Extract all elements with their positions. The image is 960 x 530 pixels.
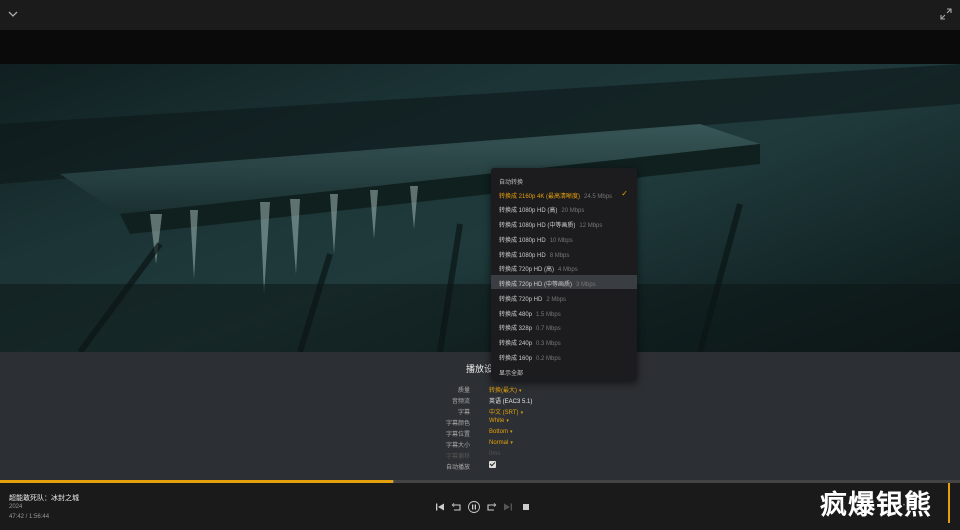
- row-label: 字幕: [457, 410, 470, 416]
- menu-item-quality[interactable]: 转换成 720p HD 2 Mbps: [491, 290, 637, 304]
- playback-time: 47:42 / 1:56:44: [9, 514, 50, 520]
- quality-menu: 自动转换 转换成 2160p 4K (最高清晰度) 24.5 Mbps ✓ 转换成…: [491, 168, 637, 381]
- caret-down-icon: ▾: [510, 429, 513, 435]
- bitrate: 0.2 Mbps: [536, 356, 561, 362]
- menu-item-label: 转换成 720p HD (高) 4 Mbps: [499, 267, 578, 273]
- menu-item-quality[interactable]: 转换成 328p 0.7 Mbps: [491, 319, 637, 333]
- video-scene: [0, 64, 960, 352]
- menu-item-quality[interactable]: 转换成 1080p HD 8 Mbps: [491, 246, 637, 260]
- player-control-bar: 超能敢死队：冰封之城 2024 47:42 / 1:56:44 • • • • …: [0, 483, 960, 530]
- subtitle-position-select[interactable]: Bottom ▾: [489, 429, 513, 435]
- expand-icon[interactable]: [940, 8, 952, 20]
- menu-item-label: 转换成 160p 0.2 Mbps: [499, 356, 561, 362]
- settings-row-quality[interactable]: 质量 转换(最大) ▾: [400, 383, 700, 394]
- pause-icon[interactable]: [468, 501, 480, 513]
- settings-row-subtitle-position[interactable]: 字幕位置 Bottom ▾: [400, 427, 700, 438]
- settings-row-subtitle-size[interactable]: 字幕大小 Normal ▾: [400, 438, 700, 449]
- row-label: 自动播放: [445, 465, 470, 471]
- settings-title: 播放设: [466, 364, 494, 374]
- bitrate: 3 Mbps: [576, 282, 596, 288]
- skip-next-icon[interactable]: [502, 501, 514, 513]
- caret-down-icon: ▾: [506, 418, 509, 424]
- menu-item-label: 显示全部: [499, 371, 524, 377]
- media-year: 2024: [9, 504, 23, 510]
- subtitle-size-select[interactable]: Normal ▾: [489, 440, 513, 446]
- menu-item-label: 转换成 328p 0.7 Mbps: [499, 326, 561, 332]
- menu-item-label: 转换成 1080p HD 10 Mbps: [499, 238, 573, 244]
- row-label: 音频流: [451, 399, 470, 405]
- caret-down-icon: ▾: [510, 440, 513, 446]
- bitrate: 2 Mbps: [546, 297, 567, 303]
- menu-item-label: 转换成 1080p HD (高) 20 Mbps: [499, 208, 585, 214]
- bitrate: 0.7 Mbps: [536, 326, 561, 332]
- menu-item-quality[interactable]: 转换成 720p HD (高) 4 Mbps: [491, 260, 637, 274]
- menu-item-label: 转换成 2160p 4K (最高清晰度) 24.5 Mbps: [499, 194, 613, 200]
- menu-item-auto[interactable]: 自动转换: [491, 173, 637, 187]
- settings-row-autoplay[interactable]: 自动播放: [400, 460, 700, 471]
- top-bar: [0, 0, 960, 30]
- watermark-text: 疯爆银熊: [820, 490, 932, 521]
- subtitle-color-select[interactable]: White ▾: [489, 418, 509, 424]
- settings-row-audio[interactable]: 音频流 英语 (EAC3 5.1): [400, 394, 700, 405]
- menu-item-quality[interactable]: 转换成 240p 0.3 Mbps: [491, 334, 637, 348]
- bitrate: 4 Mbps: [558, 267, 578, 273]
- checkmark-icon: ✓: [621, 189, 628, 198]
- playback-settings-panel: 播放设 质量 转换(最大) ▾ 音频流 英语 (EAC3 5.1) 字幕 中文 (…: [0, 352, 960, 480]
- menu-item-label: 转换成 1080p HD (中等画质) 12 Mbps: [499, 223, 603, 229]
- menu-item-label: 转换成 720p HD 2 Mbps: [499, 297, 567, 303]
- bitrate: 24.5 Mbps: [584, 194, 613, 200]
- bitrate: 12 Mbps: [579, 223, 603, 229]
- bitrate: 10 Mbps: [549, 238, 573, 244]
- replay-icon[interactable]: [451, 501, 463, 513]
- autoplay-checkbox[interactable]: [489, 461, 496, 468]
- row-label: 字幕偏移: [445, 454, 470, 460]
- row-label: 字幕位置: [445, 432, 470, 438]
- volume-indicator[interactable]: [948, 483, 950, 523]
- video-frame[interactable]: [0, 64, 960, 352]
- menu-item-label: 转换成 1080p HD 8 Mbps: [499, 253, 570, 259]
- stop-icon[interactable]: [520, 501, 532, 513]
- bitrate: 20 Mbps: [561, 208, 585, 214]
- settings-row-subtitle-color[interactable]: 字幕颜色 White ▾: [400, 416, 700, 427]
- menu-item-quality[interactable]: 转换成 1080p HD (高) 20 Mbps: [491, 201, 637, 215]
- bitrate: 1.5 Mbps: [536, 312, 561, 318]
- chevron-down-icon[interactable]: [7, 8, 19, 20]
- subtitle-offset-value: 0ms: [489, 451, 501, 457]
- menu-item-quality[interactable]: 转换成 160p 0.2 Mbps: [491, 349, 637, 363]
- menu-item-quality[interactable]: 转换成 480p 1.5 Mbps: [491, 305, 637, 319]
- row-label: 字幕大小: [445, 443, 470, 449]
- quality-select[interactable]: 转换(最大) ▾: [489, 385, 522, 394]
- media-title[interactable]: 超能敢死队：冰封之城: [9, 493, 79, 503]
- menu-item-quality[interactable]: 转换成 1080p HD (中等画质) 12 Mbps: [491, 216, 637, 230]
- row-label: 字幕颜色: [445, 421, 470, 427]
- menu-item-label: 转换成 240p 0.3 Mbps: [499, 341, 561, 347]
- menu-item-show-all[interactable]: 显示全部: [491, 364, 637, 378]
- menu-item-quality[interactable]: 转换成 720p HD (中等画质) 3 Mbps: [491, 275, 637, 289]
- menu-item-quality[interactable]: 转换成 2160p 4K (最高清晰度) 24.5 Mbps ✓: [491, 187, 637, 201]
- subtitle-select[interactable]: 中文 (SRT) ▾: [489, 407, 523, 416]
- row-label: 质量: [457, 388, 470, 394]
- bitrate: 8 Mbps: [549, 253, 570, 259]
- menu-item-label: 自动转换: [499, 180, 524, 186]
- bitrate: 0.3 Mbps: [536, 341, 561, 347]
- menu-item-label: 转换成 480p 1.5 Mbps: [499, 312, 561, 318]
- settings-row-subtitles[interactable]: 字幕 中文 (SRT) ▾: [400, 405, 700, 416]
- settings-row-subtitle-offset: 字幕偏移 0ms: [400, 449, 700, 460]
- forward-icon[interactable]: [485, 501, 497, 513]
- menu-item-label: 转换成 720p HD (中等画质) 3 Mbps: [499, 282, 596, 288]
- menu-item-quality[interactable]: 转换成 1080p HD 10 Mbps: [491, 231, 637, 245]
- skip-previous-icon[interactable]: [434, 501, 446, 513]
- audio-select[interactable]: 英语 (EAC3 5.1): [489, 396, 532, 405]
